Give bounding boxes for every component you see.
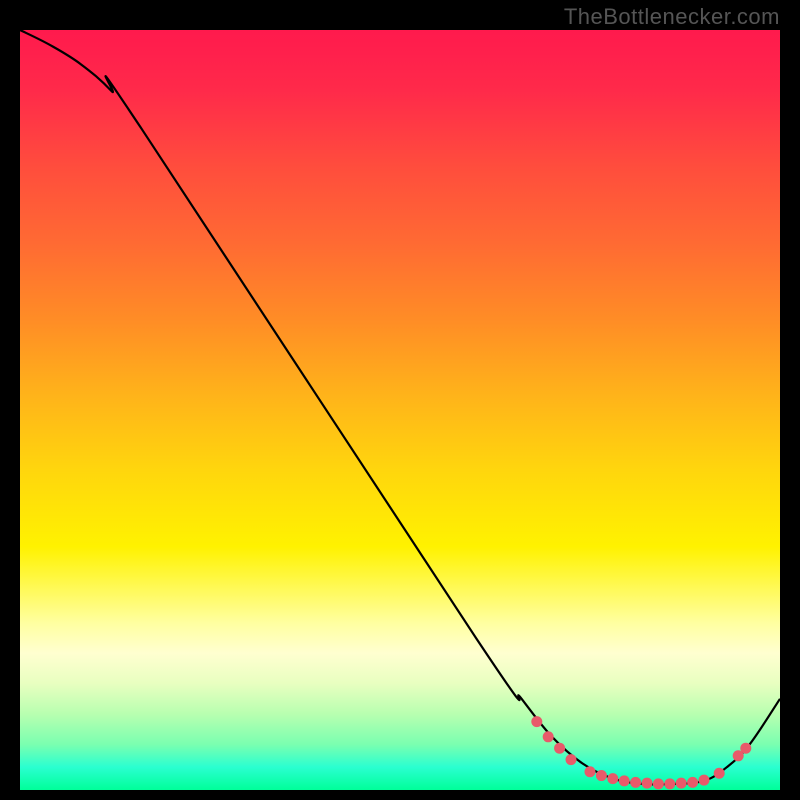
data-marker (607, 773, 618, 784)
data-marker (630, 777, 641, 788)
data-marker (566, 754, 577, 765)
data-markers (531, 716, 751, 789)
data-marker (699, 775, 710, 786)
data-marker (596, 770, 607, 781)
data-marker (585, 766, 596, 777)
data-marker (740, 743, 751, 754)
data-marker (642, 778, 653, 789)
data-marker (531, 716, 542, 727)
data-marker (619, 775, 630, 786)
attribution-text: TheBottlenecker.com (564, 4, 780, 30)
data-marker (543, 731, 554, 742)
data-marker (664, 778, 675, 789)
chart-plot-area (20, 30, 780, 790)
chart-svg (20, 30, 780, 790)
data-marker (687, 777, 698, 788)
data-marker (653, 778, 664, 789)
data-marker (676, 778, 687, 789)
data-marker (554, 743, 565, 754)
data-marker (714, 768, 725, 779)
bottleneck-curve (20, 30, 780, 784)
